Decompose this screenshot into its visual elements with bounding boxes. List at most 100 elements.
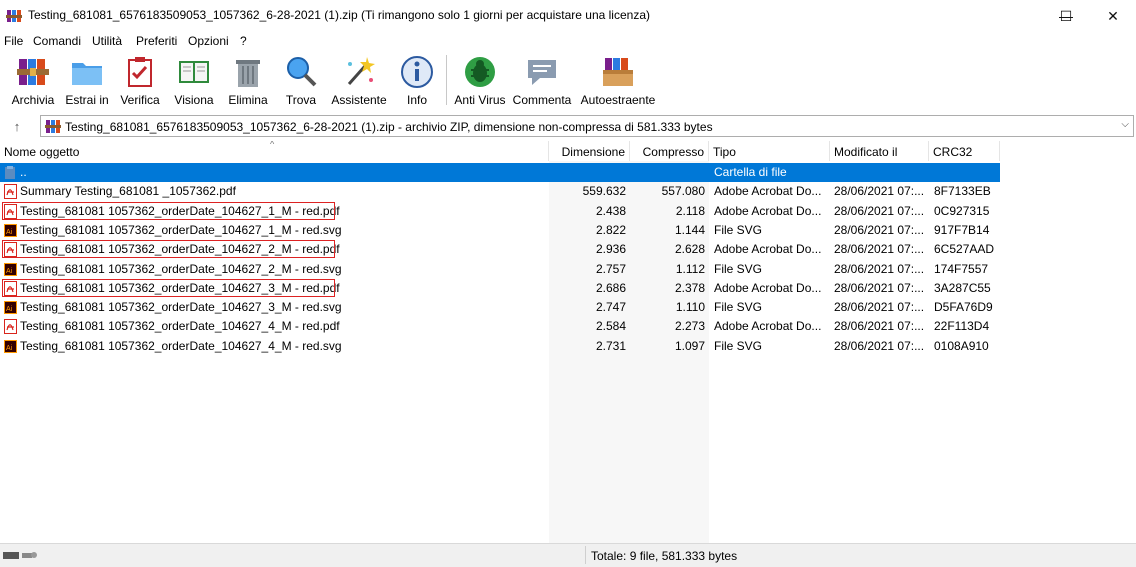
magnifier-icon xyxy=(287,57,317,87)
chevron-down-icon[interactable]: ⌵ xyxy=(1121,119,1129,130)
menu-help[interactable]: ? xyxy=(240,34,247,48)
sfx-button[interactable]: Autoestraente xyxy=(578,54,658,112)
antivirus-label: Anti Virus xyxy=(454,93,506,107)
file-size: 2.757 xyxy=(595,261,626,276)
status-divider xyxy=(585,546,586,564)
maximize-button[interactable]: ☐ xyxy=(1043,0,1089,32)
svg-text:Ai: Ai xyxy=(6,268,13,275)
column-modified[interactable]: Modificato il xyxy=(830,141,929,161)
column-name[interactable]: Nome oggetto ^ xyxy=(0,141,549,161)
file-size: 2.438 xyxy=(595,203,626,218)
file-packed: 1.110 xyxy=(675,300,705,315)
extract-button[interactable]: Estrai in xyxy=(62,54,112,112)
view-label: Visiona xyxy=(174,93,214,107)
address-field[interactable]: Testing_681081_6576183509053_1057362_6-2… xyxy=(40,115,1134,137)
file-crc: 174F7557 xyxy=(934,261,989,276)
file-type: File SVG xyxy=(714,300,763,315)
table-row[interactable]: Testing_681081 1057362_orderDate_104627_… xyxy=(0,317,1000,336)
wizard-button[interactable]: Assistente xyxy=(330,54,388,112)
annotation-highlight-box xyxy=(2,201,335,220)
file-crc: 22F113D4 xyxy=(934,319,990,334)
table-row[interactable]: Ai Testing_681081 1057362_orderDate_10462… xyxy=(0,298,1000,317)
comment-icon xyxy=(528,60,556,85)
file-packed: 2.273 xyxy=(674,319,705,334)
comment-button[interactable]: Commenta xyxy=(512,54,572,112)
file-name: Testing_681081 1057362_orderDate_104627_… xyxy=(20,338,342,353)
winrar-app-icon xyxy=(6,10,22,22)
table-row[interactable]: Ai Testing_681081 1057362_orderDate_10462… xyxy=(0,260,1000,279)
test-clipboard-icon xyxy=(128,57,152,87)
file-modified: 28/06/2021 07:... xyxy=(834,300,925,315)
column-packed[interactable]: Compresso xyxy=(630,141,709,161)
keyboard-icon xyxy=(3,552,37,559)
delete-button[interactable]: Elimina xyxy=(224,54,272,112)
menu-opzioni[interactable]: Opzioni xyxy=(188,34,229,48)
antivirus-bug-icon xyxy=(465,57,495,87)
table-row[interactable]: Ai Testing_681081 1057362_orderDate_10462… xyxy=(0,337,1000,356)
file-crc: 0C927315 xyxy=(934,203,990,218)
file-type: Adobe Acrobat Do... xyxy=(714,280,822,295)
file-modified: 28/06/2021 07:... xyxy=(834,338,925,353)
table-row[interactable]: Summary Testing_681081 _1057362.pdf 559.6… xyxy=(0,182,1000,201)
menu-comandi[interactable]: Comandi xyxy=(33,34,81,48)
menu-preferiti[interactable]: Preferiti xyxy=(136,34,177,48)
table-row[interactable]: Testing_681081 1057362_orderDate_104627_… xyxy=(0,240,1000,259)
toolbar-separator xyxy=(446,55,447,105)
pdf-icon xyxy=(4,184,17,200)
info-button[interactable]: Info xyxy=(394,54,440,112)
file-packed: 1.112 xyxy=(675,261,705,276)
wizard-label: Assistente xyxy=(331,93,387,107)
antivirus-button[interactable]: Anti Virus xyxy=(452,54,508,112)
column-crc[interactable]: CRC32 xyxy=(929,141,1000,161)
file-packed: 2.628 xyxy=(674,242,705,257)
file-size: 559.632 xyxy=(582,184,626,199)
illustrator-icon: Ai xyxy=(4,223,17,237)
delete-label: Elimina xyxy=(228,93,268,107)
view-button[interactable]: Visiona xyxy=(170,54,218,112)
menu-utilita[interactable]: Utilità xyxy=(92,34,122,48)
file-name: Testing_681081 1057362_orderDate_104627_… xyxy=(20,222,342,237)
file-name: Testing_681081 1057362_orderDate_104627_… xyxy=(20,319,340,334)
table-row[interactable]: Testing_681081 1057362_orderDate_104627_… xyxy=(0,278,1000,298)
up-folder-button[interactable]: ↑ xyxy=(8,117,26,135)
file-packed: 2.118 xyxy=(675,203,705,218)
view-book-icon xyxy=(179,61,209,83)
column-header-row: Nome oggetto ^ Dimensione Compresso Tipo… xyxy=(0,141,1000,161)
sfx-label: Autoestraente xyxy=(580,93,656,107)
close-button[interactable]: ✕ xyxy=(1090,0,1136,32)
column-size[interactable]: Dimensione xyxy=(549,141,630,161)
menu-file[interactable]: File xyxy=(4,34,23,48)
window-title: Testing_681081_6576183509053_1057362_6-2… xyxy=(28,8,650,22)
file-packed: 1.144 xyxy=(674,222,705,237)
table-row[interactable]: Ai Testing_681081 1057362_orderDate_10462… xyxy=(0,221,1000,240)
illustrator-icon: Ai xyxy=(4,301,17,315)
file-name: Summary Testing_681081 _1057362.pdf xyxy=(20,184,236,199)
file-list: Nome oggetto ^ Dimensione Compresso Tipo… xyxy=(0,141,1136,543)
annotation-highlight-box xyxy=(2,278,335,297)
file-modified: 28/06/2021 07:... xyxy=(834,261,925,276)
trash-icon xyxy=(236,60,260,87)
column-type[interactable]: Tipo xyxy=(709,141,830,161)
parent-folder-row[interactable]: .. Cartella di file xyxy=(0,163,1000,182)
toolbar: Archivia Estrai in Verifica Visiona Elim… xyxy=(0,50,1136,112)
file-name: Testing_681081 1057362_orderDate_104627_… xyxy=(20,300,342,315)
column-name-label: Nome oggetto xyxy=(4,145,80,159)
file-name: Testing_681081 1057362_orderDate_104627_… xyxy=(20,261,342,276)
file-size: 2.731 xyxy=(595,338,626,353)
sort-caret-icon: ^ xyxy=(270,141,275,149)
file-crc: 917F7B14 xyxy=(934,222,990,237)
archive-button[interactable]: Archivia xyxy=(8,54,58,112)
file-type: File SVG xyxy=(714,222,763,237)
comment-label: Commenta xyxy=(512,93,572,107)
test-button[interactable]: Verifica xyxy=(116,54,164,112)
file-size: 2.936 xyxy=(595,242,626,257)
file-type: Adobe Acrobat Do... xyxy=(714,184,822,199)
file-size: 2.747 xyxy=(595,300,626,315)
find-button[interactable]: Trova xyxy=(278,54,324,112)
extract-folder-icon xyxy=(72,63,102,85)
title-bar: Testing_681081_6576183509053_1057362_6-2… xyxy=(0,0,1136,32)
file-crc: 6C527AAD xyxy=(934,242,995,257)
table-row[interactable]: Testing_681081 1057362_orderDate_104627_… xyxy=(0,201,1000,221)
menu-bar: File Comandi Utilità Preferiti Opzioni ? xyxy=(0,32,1136,50)
find-label: Trova xyxy=(285,93,317,107)
